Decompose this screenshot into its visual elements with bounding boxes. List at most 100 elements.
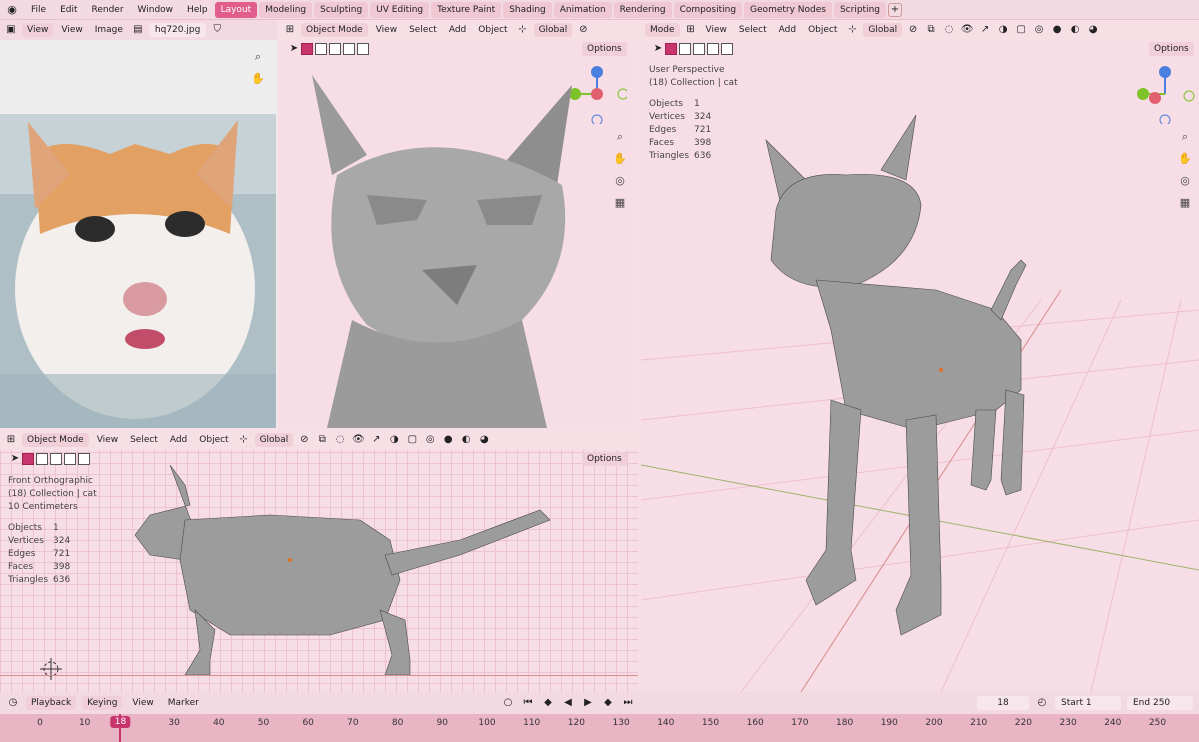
snap-icon[interactable]: ⧉ <box>924 23 938 37</box>
editor-type-icon[interactable]: ⊞ <box>4 433 18 447</box>
shading-wireframe-icon[interactable]: ◎ <box>1032 23 1046 37</box>
menu-add[interactable]: Add <box>775 23 800 37</box>
menu-window[interactable]: Window <box>131 5 181 15</box>
visibility-icon[interactable]: 👁 <box>351 433 365 447</box>
proportional-edit-icon[interactable]: ◌ <box>333 433 347 447</box>
xray-icon[interactable]: ▢ <box>1014 23 1028 37</box>
tab-shading[interactable]: Shading <box>503 1 552 18</box>
jump-end-icon[interactable]: ⏭ <box>621 696 635 710</box>
play-reverse-icon[interactable]: ◀ <box>561 696 575 710</box>
gizmo-icon[interactable]: ↗ <box>978 23 992 37</box>
tab-sculpting[interactable]: Sculpting <box>314 1 369 18</box>
record-icon[interactable]: ○ <box>501 696 515 710</box>
start-frame-field[interactable]: Start 1 <box>1055 696 1121 710</box>
select-new-icon[interactable] <box>22 453 34 465</box>
shading-solid-icon[interactable]: ● <box>1050 23 1064 37</box>
menu-file[interactable]: File <box>24 5 53 15</box>
orientation-dropdown[interactable]: Global <box>254 433 294 447</box>
select-subtract-icon[interactable] <box>329 43 341 55</box>
shading-material-icon[interactable]: ◐ <box>459 433 473 447</box>
menu-select[interactable]: Select <box>126 433 162 447</box>
snap-icon[interactable]: ⧉ <box>315 433 329 447</box>
camera-icon[interactable]: ◎ <box>1176 172 1194 190</box>
camera-icon[interactable]: ◎ <box>611 172 629 190</box>
select-extend-icon[interactable] <box>315 43 327 55</box>
clock-icon[interactable]: ◴ <box>1035 696 1049 710</box>
ortho-grid-icon[interactable]: ▦ <box>611 194 629 212</box>
menu-view[interactable]: View <box>57 23 86 37</box>
pivot-icon[interactable]: ⊘ <box>576 23 590 37</box>
mode-dropdown[interactable]: Mode <box>645 23 680 37</box>
select-tool-icon[interactable]: ➤ <box>651 42 665 56</box>
gizmo-icon[interactable]: ↗ <box>369 433 383 447</box>
overlay-icon[interactable]: ◑ <box>387 433 401 447</box>
menu-marker[interactable]: Marker <box>164 696 203 710</box>
zoom-icon[interactable]: ⌕ <box>611 128 629 146</box>
prev-key-icon[interactable]: ◆ <box>541 696 555 710</box>
menu-object[interactable]: Object <box>195 433 232 447</box>
select-tool-icon[interactable]: ➤ <box>8 452 22 466</box>
current-frame-field[interactable]: 18 <box>977 696 1029 710</box>
editor-type-icon[interactable]: ⊞ <box>283 23 297 37</box>
image-name-field[interactable]: hq720.jpg <box>148 23 207 37</box>
orientation-dropdown[interactable]: Global <box>863 23 903 37</box>
orientation-dropdown[interactable]: Global <box>533 23 573 37</box>
shading-rendered-icon[interactable]: ◕ <box>477 433 491 447</box>
select-intersect-icon[interactable] <box>721 43 733 55</box>
shading-wireframe-icon[interactable]: ◎ <box>423 433 437 447</box>
fake-user-shield-icon[interactable]: ⛉ <box>210 23 224 37</box>
options-dropdown[interactable]: Options <box>1149 42 1194 56</box>
select-subtract-icon[interactable] <box>693 43 705 55</box>
select-extend-icon[interactable] <box>36 453 48 465</box>
select-subtract-icon[interactable] <box>50 453 62 465</box>
pivot-icon[interactable]: ⊘ <box>906 23 920 37</box>
jump-start-icon[interactable]: ⏮ <box>521 696 535 710</box>
tab-animation[interactable]: Animation <box>553 1 612 18</box>
mode-dropdown[interactable]: Object Mode <box>22 433 89 447</box>
shading-solid-icon[interactable]: ● <box>441 433 455 447</box>
options-dropdown[interactable]: Options <box>582 452 627 466</box>
next-key-icon[interactable]: ◆ <box>601 696 615 710</box>
tab-compositing[interactable]: Compositing <box>673 1 743 18</box>
tab-uv-editing[interactable]: UV Editing <box>370 1 430 18</box>
select-extend-icon[interactable] <box>679 43 691 55</box>
menu-image[interactable]: Image <box>91 23 127 37</box>
xray-icon[interactable]: ▢ <box>405 433 419 447</box>
view-dropdown[interactable]: View <box>22 23 54 37</box>
select-intersect-icon[interactable] <box>78 453 90 465</box>
timeline-ruler[interactable]: 0 10 18 30 40 50 60 70 80 90 100 110 120 130 140 150 160… <box>0 714 1199 742</box>
editor-type-icon[interactable]: ◷ <box>6 696 20 710</box>
image-browse-icon[interactable]: ▤ <box>131 23 145 37</box>
select-new-icon[interactable] <box>665 43 677 55</box>
tab-geometry-nodes[interactable]: Geometry Nodes <box>744 1 832 18</box>
3d-cursor-icon[interactable] <box>40 658 62 680</box>
select-invert-icon[interactable] <box>64 453 76 465</box>
menu-help[interactable]: Help <box>180 5 215 15</box>
transform-orientation-icon[interactable]: ⊹ <box>237 433 251 447</box>
menu-edit[interactable]: Edit <box>53 5 84 15</box>
tab-modeling[interactable]: Modeling <box>259 1 313 18</box>
zoom-icon[interactable]: ⌕ <box>249 48 267 66</box>
editor-type-icon[interactable]: ▣ <box>4 23 18 37</box>
select-invert-icon[interactable] <box>343 43 355 55</box>
select-invert-icon[interactable] <box>707 43 719 55</box>
menu-add[interactable]: Add <box>166 433 191 447</box>
pivot-icon[interactable]: ⊘ <box>297 433 311 447</box>
select-new-icon[interactable] <box>301 43 313 55</box>
shading-material-icon[interactable]: ◐ <box>1068 23 1082 37</box>
visibility-icon[interactable]: 👁 <box>960 23 974 37</box>
options-dropdown[interactable]: Options <box>582 42 627 56</box>
shading-rendered-icon[interactable]: ◕ <box>1086 23 1100 37</box>
menu-view[interactable]: View <box>372 23 401 37</box>
tab-rendering[interactable]: Rendering <box>613 1 672 18</box>
transform-orientation-icon[interactable]: ⊹ <box>845 23 859 37</box>
nav-gizmo[interactable] <box>1135 64 1195 126</box>
menu-render[interactable]: Render <box>85 5 131 15</box>
mode-dropdown[interactable]: Object Mode <box>301 23 368 37</box>
end-frame-field[interactable]: End 250 <box>1127 696 1193 710</box>
pan-hand-icon[interactable]: ✋ <box>611 150 629 168</box>
menu-view[interactable]: View <box>128 696 157 710</box>
add-workspace-button[interactable]: + <box>888 2 902 17</box>
blender-logo-icon[interactable]: ◉ <box>0 3 24 16</box>
select-intersect-icon[interactable] <box>357 43 369 55</box>
